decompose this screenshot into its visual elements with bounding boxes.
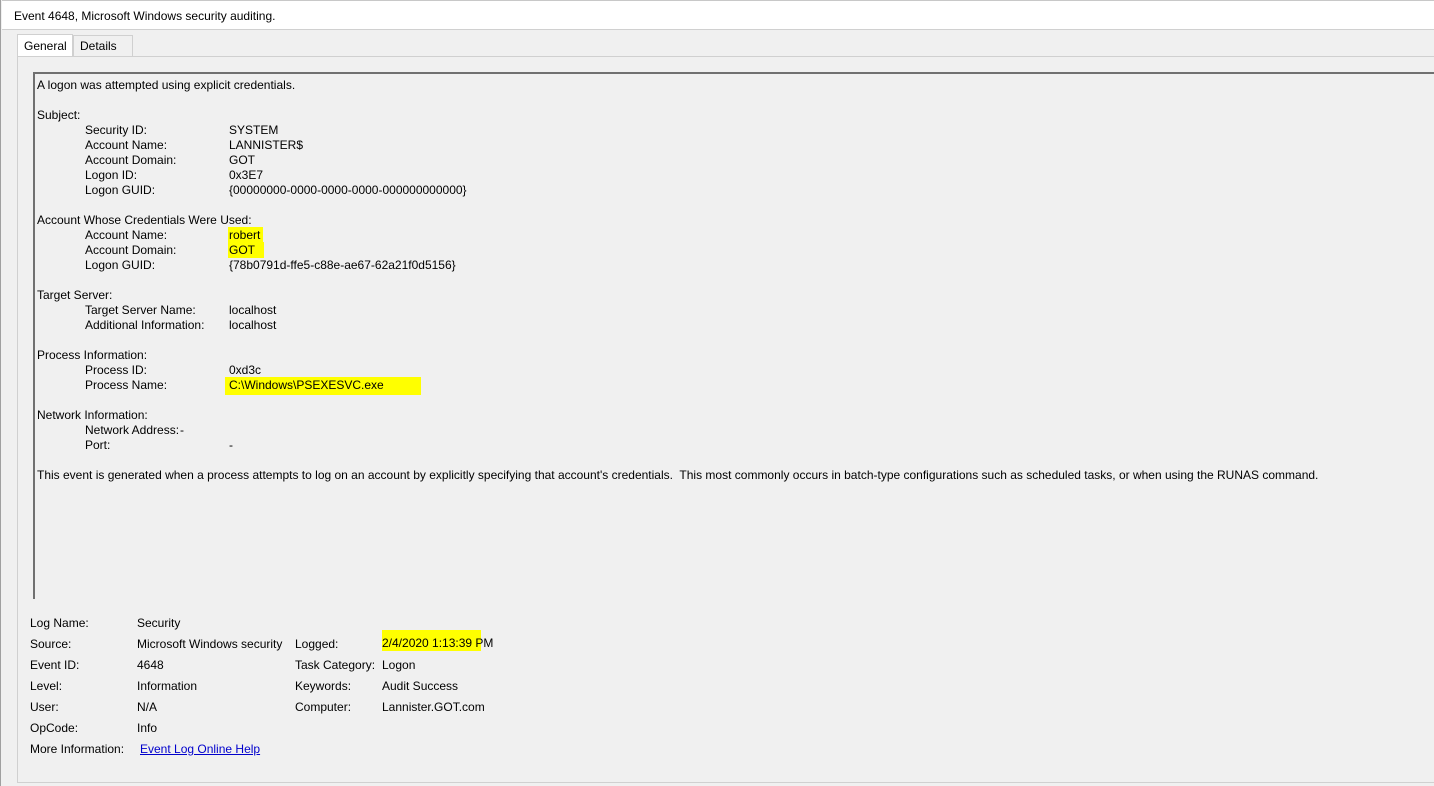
prop-value-opcode: Info [137, 721, 158, 735]
field-label: Process Name: [85, 378, 168, 392]
field-label: Account Domain: [85, 153, 177, 167]
field-value: 0xd3c [229, 363, 262, 377]
field-value: localhost [229, 303, 277, 317]
field-label: Port: [85, 438, 111, 452]
prop-value-log-name: Security [137, 616, 181, 630]
intro-text: A logon was attempted using explicit cre… [37, 78, 296, 92]
field-value: 0x3E7 [229, 168, 264, 182]
prop-value-event-id: 4648 [137, 658, 164, 672]
highlighted-process-name: C:\Windows\PSEXESVC.exe [225, 377, 421, 395]
field-value: - [180, 423, 184, 437]
prop-label-opcode: OpCode: [30, 721, 79, 735]
prop-label-logged: Logged: [295, 637, 339, 651]
network-heading: Network Information: [37, 408, 148, 422]
panel-bottom-edge [17, 782, 1434, 786]
credentials-heading: Account Whose Credentials Were Used: [37, 213, 252, 227]
field-label: Additional Information: [85, 318, 205, 332]
field-label: Security ID: [85, 123, 148, 137]
field-label: Process ID: [85, 363, 148, 377]
prop-value-level: Information [137, 679, 198, 693]
field-label: Target Server Name: [85, 303, 196, 317]
field-value: {00000000-0000-0000-0000-000000000000} [229, 183, 467, 197]
field-value: localhost [229, 318, 277, 332]
tab-details[interactable]: Details [73, 35, 133, 56]
field-label: Logon GUID: [85, 183, 156, 197]
prop-value-logged: 2/4/2020 1:13:39 PM [382, 630, 493, 651]
field-value: SYSTEM [229, 123, 279, 137]
explanation-text: This event is generated when a process a… [37, 468, 1319, 482]
field-label: Account Name: [85, 228, 168, 242]
prop-label-source: Source: [30, 637, 72, 651]
prop-label-log-name: Log Name: [30, 616, 89, 630]
target-heading: Target Server: [37, 288, 113, 302]
title-bar: Event 4648, Microsoft Windows security a… [2, 0, 1434, 30]
prop-value-source: Microsoft Windows security [137, 637, 283, 651]
prop-label-event-id: Event ID: [30, 658, 80, 672]
event-log-online-help-link[interactable]: Event Log Online Help [140, 742, 260, 756]
field-value: GOT [229, 153, 255, 167]
window-title: Event 4648, Microsoft Windows security a… [14, 9, 276, 23]
prop-label-task-category: Task Category: [295, 658, 376, 672]
field-label: Account Domain: [85, 243, 177, 257]
prop-label-computer: Computer: [295, 700, 352, 714]
field-value: {78b0791d-ffe5-c88e-ae67-62a21f0d5156} [229, 258, 456, 272]
prop-label-level: Level: [30, 679, 63, 693]
field-label: Logon ID: [85, 168, 138, 182]
field-label: Network Address: [85, 423, 180, 437]
highlighted-account-domain: GOT [228, 242, 264, 258]
event-properties-window: Event 4648, Microsoft Windows security a… [0, 0, 1434, 786]
field-label: Logon GUID: [85, 258, 156, 272]
tab-general[interactable]: General [17, 34, 73, 56]
prop-value-task-category: Logon [382, 658, 416, 672]
prop-value-user: N/A [137, 700, 158, 714]
prop-value-computer: Lannister.GOT.com [382, 700, 485, 714]
subject-heading: Subject: [37, 108, 81, 122]
prop-label-keywords: Keywords: [295, 679, 352, 693]
prop-value-keywords: Audit Success [382, 679, 459, 693]
field-value: LANNISTER$ [229, 138, 304, 152]
field-value: - [229, 438, 233, 452]
field-label: Account Name: [85, 138, 168, 152]
prop-label-more-info: More Information: [30, 742, 125, 756]
process-heading: Process Information: [37, 348, 148, 362]
highlighted-account-name: robert [228, 227, 264, 243]
event-description-box[interactable]: A logon was attempted using explicit cre… [33, 72, 1434, 599]
prop-label-user: User: [30, 700, 59, 714]
